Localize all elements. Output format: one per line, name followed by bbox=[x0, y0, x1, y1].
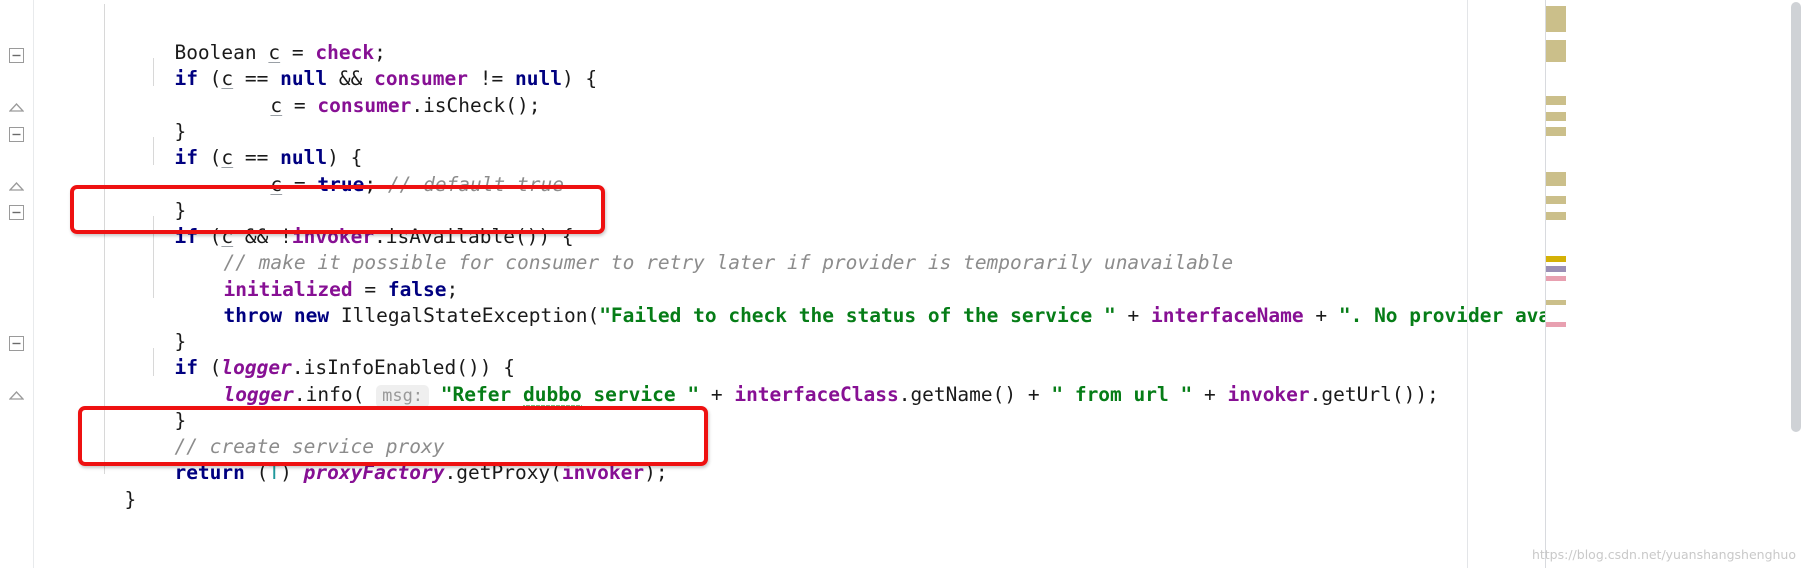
vertical-scrollbar-thumb[interactable] bbox=[1791, 2, 1801, 432]
code-line-boolean-declaration[interactable]: Boolean c = check; bbox=[104, 14, 385, 64]
token-field-logger: logger bbox=[223, 383, 294, 407]
marker-highlight[interactable] bbox=[1546, 196, 1566, 204]
editor-marker-strip[interactable] bbox=[1546, 0, 1802, 568]
code-line-close-brace[interactable]: } bbox=[104, 172, 186, 222]
parameter-hint-msg[interactable]: msg: bbox=[376, 385, 430, 409]
marker-error[interactable] bbox=[1546, 322, 1566, 327]
token-var-c: c bbox=[270, 173, 283, 197]
code-line-close-brace[interactable]: } bbox=[104, 303, 186, 353]
marker-highlight[interactable] bbox=[1546, 40, 1566, 62]
token-field-interfacename: interfaceName bbox=[1150, 304, 1304, 328]
token-string-failed-check: "Failed to check the status of the servi… bbox=[599, 304, 1116, 328]
token-var-c: c bbox=[270, 94, 283, 118]
token-comment-default-true: // default true bbox=[387, 173, 564, 197]
code-line-logger-info[interactable]: logger.info( msg: "Refer dubbo service "… bbox=[153, 356, 1439, 409]
editor-right-margin-line bbox=[1467, 0, 1468, 568]
token-class-illegalstateexception: IllegalStateException bbox=[340, 304, 588, 328]
marker-highlight[interactable] bbox=[1546, 127, 1566, 136]
token-plus: + bbox=[1016, 383, 1052, 407]
marker-highlight[interactable] bbox=[1546, 112, 1566, 121]
watermark-text: https://blog.csdn.net/yuanshangshenghuo bbox=[1531, 547, 1796, 562]
code-line-comment-create-proxy[interactable]: // create service proxy bbox=[104, 408, 444, 458]
token-string-from-url: " from url " bbox=[1051, 383, 1193, 407]
marker-highlight[interactable] bbox=[1546, 300, 1566, 305]
fold-end-icon[interactable] bbox=[9, 388, 24, 403]
token-method-geturl: .getUrl()); bbox=[1309, 383, 1439, 407]
token-string-refer: "Refer bbox=[440, 383, 523, 407]
marker-warning[interactable] bbox=[1546, 256, 1566, 262]
marker-highlight[interactable] bbox=[1546, 212, 1566, 220]
code-line-if-consumer-null[interactable]: if (c == null && consumer != null) { bbox=[104, 40, 597, 90]
token-field-consumer: consumer bbox=[317, 94, 412, 118]
token-plus: + bbox=[1115, 304, 1151, 328]
code-line-assign-ischeck[interactable]: c = consumer.isCheck(); bbox=[153, 67, 540, 117]
token-field-proxyfactory: proxyFactory bbox=[303, 461, 445, 485]
code-editor[interactable]: Boolean c = check; if (c == null && cons… bbox=[0, 0, 1802, 568]
code-line-throw-illegalstate[interactable]: throw new IllegalStateException("Failed … bbox=[153, 277, 1585, 327]
token-plus: + bbox=[1192, 383, 1228, 407]
token-plus: + bbox=[1303, 304, 1339, 328]
token-type-parameter-t: T bbox=[268, 461, 281, 485]
fold-minus-icon[interactable] bbox=[9, 336, 24, 351]
token-field-invoker: invoker bbox=[561, 461, 645, 485]
token-close-brace: } bbox=[124, 488, 137, 512]
code-line-method-close-brace[interactable]: } bbox=[54, 461, 136, 511]
marker-error[interactable] bbox=[1546, 276, 1566, 281]
fold-minus-icon[interactable] bbox=[9, 48, 24, 63]
fold-end-icon[interactable] bbox=[9, 179, 24, 194]
code-line-close-brace[interactable]: } bbox=[104, 382, 186, 432]
code-line-if-logger-infoenabled[interactable]: if (logger.isInfoEnabled()) { bbox=[104, 329, 514, 379]
fold-end-icon[interactable] bbox=[9, 100, 24, 115]
code-line-close-brace[interactable]: } bbox=[104, 93, 186, 143]
code-content[interactable]: Boolean c = check; if (c == null && cons… bbox=[34, 0, 1772, 568]
marker-highlight[interactable] bbox=[1546, 6, 1566, 32]
token-field-invoker: invoker bbox=[1227, 383, 1310, 407]
token-method-getproxy: .getProxy( bbox=[444, 461, 562, 485]
code-line-assign-true[interactable]: c = true; // default true bbox=[153, 146, 564, 196]
editor-gutter[interactable] bbox=[0, 0, 34, 568]
token-string-dubbo-typo: dubbo bbox=[522, 383, 582, 407]
marker-highlight[interactable] bbox=[1546, 172, 1566, 186]
fold-minus-icon[interactable] bbox=[9, 127, 24, 142]
token-string-service: service " bbox=[581, 383, 700, 407]
token-plus: + bbox=[699, 383, 735, 407]
token-assign: = bbox=[282, 94, 318, 118]
code-line-if-c-null[interactable]: if (c == null) { bbox=[104, 119, 362, 169]
marker-info[interactable] bbox=[1546, 266, 1566, 272]
code-line-return-proxy[interactable]: return (T) proxyFactory.getProxy(invoker… bbox=[104, 434, 667, 484]
fold-minus-icon[interactable] bbox=[9, 205, 24, 220]
token-assign: = bbox=[282, 173, 318, 197]
token-field-interfaceclass: interfaceClass bbox=[734, 383, 899, 407]
token-keyword-return: return bbox=[174, 461, 245, 485]
token-keyword-new: new bbox=[293, 304, 330, 328]
token-keyword-true: true bbox=[317, 173, 365, 197]
token-keyword-throw: throw bbox=[223, 304, 283, 328]
token-method-getname: .getName() bbox=[898, 383, 1017, 407]
code-line-comment-retry[interactable]: // make it possible for consumer to retr… bbox=[153, 224, 1233, 274]
marker-highlight[interactable] bbox=[1546, 96, 1566, 105]
token-method-ischeck: .isCheck(); bbox=[411, 94, 541, 118]
code-line-if-invoker-not-available[interactable]: if (c && !invoker.isAvailable()) { bbox=[104, 198, 573, 248]
code-line-initialized-false[interactable]: initialized = false; bbox=[153, 251, 458, 301]
